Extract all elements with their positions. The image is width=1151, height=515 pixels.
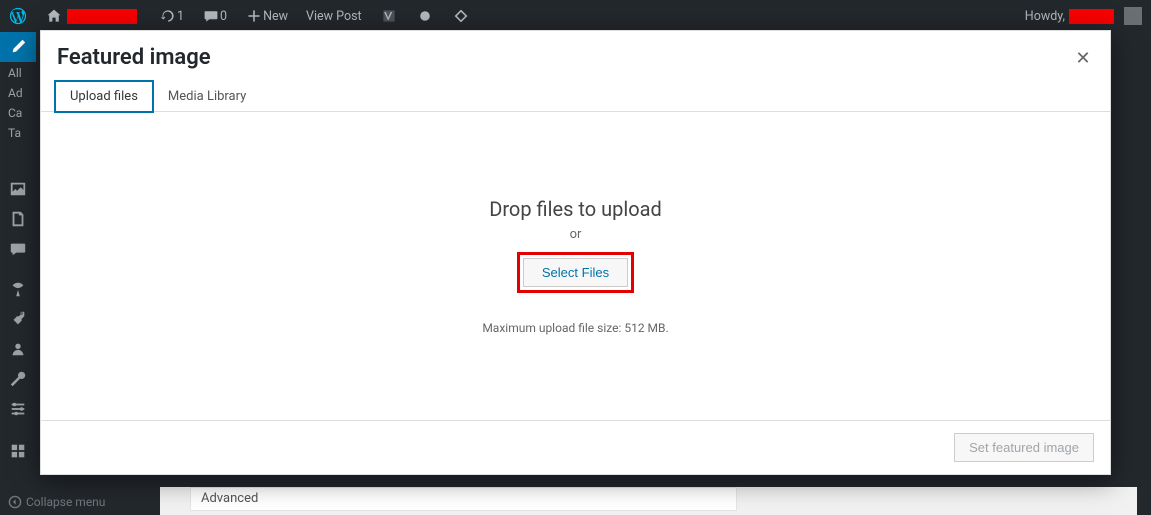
- toolbar-item-2[interactable]: [443, 0, 479, 32]
- modal-close-button[interactable]: ✕: [1068, 43, 1098, 73]
- yoast-link[interactable]: [371, 0, 407, 32]
- avatar: [1124, 7, 1142, 25]
- tab-upload-files[interactable]: Upload files: [55, 81, 153, 112]
- howdy-account[interactable]: Howdy,: [1016, 0, 1151, 32]
- yoast-icon: [380, 7, 398, 25]
- refresh-icon: [159, 7, 177, 25]
- advanced-label: Advanced: [201, 491, 258, 506]
- close-icon: ✕: [1075, 48, 1090, 69]
- media-tabs: Upload files Media Library: [41, 80, 1110, 112]
- advanced-metabox[interactable]: Advanced: [190, 487, 737, 511]
- plus-icon: [245, 7, 263, 25]
- howdy-label: Howdy,: [1025, 9, 1065, 24]
- tab-library-label: Media Library: [168, 89, 246, 104]
- sidebar-plugins[interactable]: [0, 304, 36, 334]
- home-icon: [45, 7, 63, 25]
- comment-icon: [202, 7, 220, 25]
- drop-instructions: Drop files to upload: [489, 197, 662, 221]
- collapse-label: Collapse menu: [26, 495, 105, 509]
- comments-link[interactable]: 0: [193, 0, 236, 32]
- sidebar-users[interactable]: [0, 334, 36, 364]
- updates-link[interactable]: 1: [150, 0, 193, 32]
- site-name-redacted: [67, 9, 137, 24]
- sidebar-comments[interactable]: [0, 234, 36, 264]
- sidebar-sub-cat[interactable]: Ca: [8, 106, 22, 120]
- sidebar-pages[interactable]: [0, 204, 36, 234]
- collapse-icon: [8, 495, 22, 509]
- modal-title: Featured image: [57, 45, 1094, 70]
- sidebar-sub-all[interactable]: All: [8, 66, 22, 80]
- wp-logo[interactable]: [0, 0, 36, 32]
- sidebar-tools[interactable]: [0, 364, 36, 394]
- site-home-link[interactable]: [36, 0, 150, 32]
- wordpress-icon: [9, 7, 27, 25]
- new-label: New: [263, 9, 288, 24]
- sidebar-settings[interactable]: [0, 394, 36, 424]
- comments-count: 0: [220, 9, 227, 24]
- sidebar-posts[interactable]: [0, 32, 36, 62]
- sidebar-media[interactable]: [0, 174, 36, 204]
- view-post-label: View Post: [306, 9, 362, 24]
- media-modal: Featured image ✕ Upload files Media Libr…: [40, 30, 1111, 475]
- collapse-menu[interactable]: Collapse menu: [8, 495, 105, 509]
- max-upload-text: Maximum upload file size: 512 MB.: [482, 321, 668, 335]
- admin-sidebar: All Ad Ca Ta: [0, 32, 36, 515]
- uploader-area[interactable]: Drop files to upload or Select Files Max…: [41, 112, 1110, 420]
- wp-admin-bar: 1 0 New View Post Howdy,: [0, 0, 1151, 32]
- or-separator: or: [570, 227, 582, 242]
- circle-icon: [416, 7, 434, 25]
- select-files-button[interactable]: Select Files: [523, 258, 628, 287]
- sidebar-extra[interactable]: [0, 436, 36, 466]
- set-featured-image-button[interactable]: Set featured image: [954, 433, 1094, 462]
- sidebar-sub-add[interactable]: Ad: [8, 86, 23, 100]
- select-files-highlight: Select Files: [517, 252, 634, 293]
- new-content-link[interactable]: New: [236, 0, 297, 32]
- sidebar-appearance[interactable]: [0, 274, 36, 304]
- user-name-redacted: [1069, 9, 1114, 24]
- modal-header: Featured image ✕: [41, 31, 1110, 80]
- modal-footer: Set featured image: [41, 420, 1110, 474]
- updates-count: 1: [177, 9, 184, 24]
- toolbar-item-1[interactable]: [407, 0, 443, 32]
- diamond-icon: [452, 7, 470, 25]
- sidebar-sub-tag[interactable]: Ta: [8, 126, 21, 140]
- tab-media-library[interactable]: Media Library: [153, 81, 261, 112]
- tab-upload-label: Upload files: [70, 89, 138, 104]
- view-post-link[interactable]: View Post: [297, 0, 371, 32]
